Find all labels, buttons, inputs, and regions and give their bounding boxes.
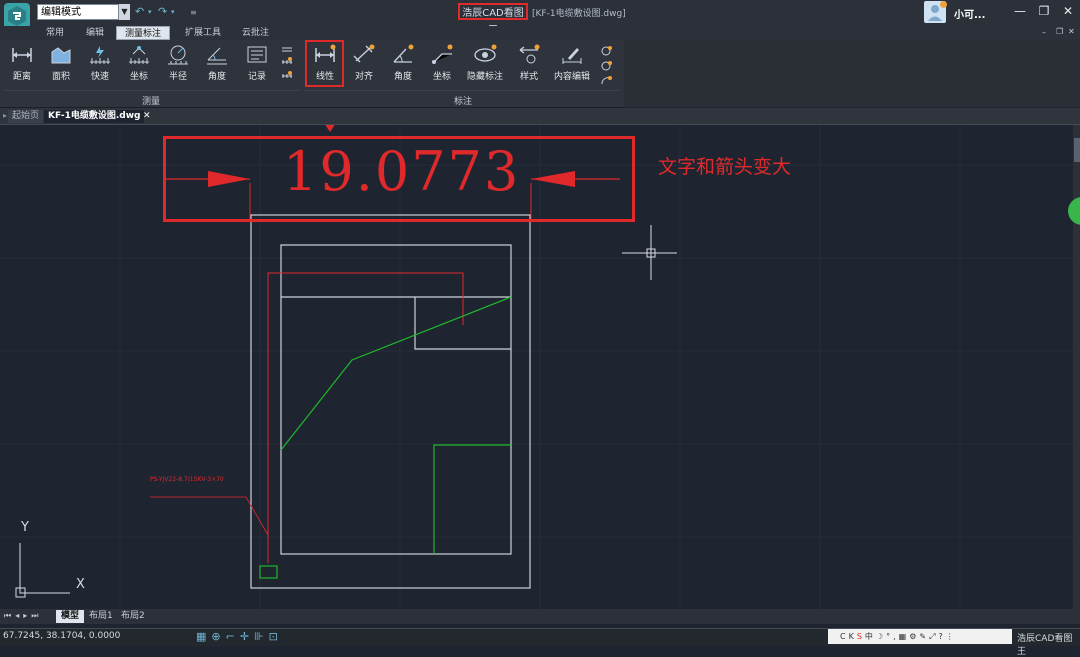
green-cable-route	[280, 296, 512, 451]
undo-dropdown-icon[interactable]: ▾	[148, 8, 152, 16]
app-title: 浩辰CAD看图王	[458, 3, 528, 36]
tab-layout2[interactable]: 布局2	[116, 610, 150, 623]
coordinate-readout: 67.7245, 38.1704, 0.0000	[3, 631, 121, 641]
measure-angle-button[interactable]: 角度	[199, 44, 235, 86]
dimension-value: 19.0773	[283, 140, 521, 203]
dim-angle-button[interactable]: 角度	[385, 44, 421, 86]
tab-edit[interactable]: 编辑	[82, 26, 108, 40]
quick-icon	[88, 44, 112, 66]
chevron-down-icon[interactable]: ▼	[118, 4, 130, 20]
outer-frame	[250, 214, 531, 589]
distance-icon	[10, 44, 34, 66]
tab-drawing-file[interactable]: KF-1电缆敷设图.dwg	[44, 110, 145, 123]
tab-start-page[interactable]: 起始页	[8, 110, 44, 123]
dim-edit-content-button[interactable]: 内容编辑	[552, 44, 592, 86]
measure-distance-button[interactable]: 距离	[4, 44, 40, 86]
style-icon	[517, 44, 541, 66]
group-label-measure: 测量	[142, 97, 161, 107]
record-icon	[245, 44, 269, 66]
linear-highlight-box	[305, 40, 344, 87]
measure-area-button[interactable]: 面积	[43, 44, 79, 86]
tray-icons[interactable]: CKS中☽°,▦⚙✎⤢?⋮	[840, 631, 957, 642]
inner-frame	[280, 244, 512, 555]
edit-content-icon	[560, 44, 584, 66]
tab-model[interactable]: 模型	[56, 610, 85, 623]
restore-icon[interactable]: ❐	[1036, 4, 1052, 18]
angle-icon	[205, 44, 229, 66]
ucs-y-label: Y	[21, 520, 29, 535]
dim-aligned-button[interactable]: 对齐	[346, 44, 382, 86]
tab-measure-annotate[interactable]: 测量标注	[116, 26, 170, 40]
measure-extra-tools[interactable]	[281, 44, 293, 86]
tab-common[interactable]: 常用	[42, 26, 68, 40]
ucs-x-label: X	[76, 577, 85, 592]
minimize-icon[interactable]: —	[1012, 4, 1028, 18]
user-name[interactable]: 小可...	[954, 6, 985, 21]
crosshair-cursor	[622, 225, 677, 280]
coordinate-icon	[127, 44, 151, 66]
group-divider-annotate	[305, 90, 620, 91]
ribbon-close-icon[interactable]: ✕	[1068, 27, 1075, 36]
ribbon-minimize-icon[interactable]: –	[1042, 28, 1046, 37]
angle-dim-icon	[391, 44, 415, 66]
measure-coordinate-button[interactable]: 坐标	[121, 44, 157, 86]
mode-select[interactable]: 编辑模式	[37, 4, 129, 20]
status-tools-icon[interactable]: ▦⊕⌐✛⊪⊡	[196, 630, 283, 643]
close-tab-icon[interactable]: ✕	[143, 111, 151, 121]
ribbon-restore-icon[interactable]: ❐	[1056, 27, 1063, 36]
close-icon[interactable]: ✕	[1060, 4, 1076, 18]
tab-cloud-annotate[interactable]: 云批注	[238, 26, 273, 40]
dim-extra-tools[interactable]	[600, 44, 614, 88]
dim-style-button[interactable]: 样式	[511, 44, 547, 86]
notification-badge	[940, 1, 947, 8]
annotation-note: 文字和箭头变大	[658, 156, 792, 178]
measure-record-button[interactable]: 记录	[239, 44, 275, 86]
redo-dropdown-icon[interactable]: ▾	[171, 8, 175, 16]
undo-icon[interactable]: ↶	[135, 5, 144, 18]
aligned-dim-icon	[352, 44, 376, 66]
group-divider-measure	[4, 90, 300, 91]
view-cube-icon[interactable]	[1074, 138, 1080, 162]
redo-icon[interactable]: ↷	[158, 5, 167, 18]
coord-dim-icon	[430, 44, 454, 66]
layout-tab-bar	[0, 609, 1080, 624]
tab-layout1[interactable]: 布局1	[84, 610, 118, 623]
customize-icon[interactable]: ≡	[190, 8, 197, 17]
measure-radius-button[interactable]: 半径	[160, 44, 196, 86]
tab-extend-tools[interactable]: 扩展工具	[181, 26, 225, 40]
ribbon-empty-area	[624, 40, 1080, 107]
cable-label: PS-YJV22-8.7/15KV-3×70	[150, 476, 224, 483]
dim-coordinate-button[interactable]: 坐标	[424, 44, 460, 86]
area-icon	[49, 44, 73, 66]
ucs-icon	[15, 543, 70, 598]
status-app-name: 浩辰CAD看图王	[1017, 634, 1073, 657]
dim-hide-button[interactable]: 隐藏标注	[465, 44, 505, 86]
layout-nav-icon[interactable]: ⏮◂▸⏭	[4, 611, 42, 621]
radius-icon	[166, 44, 190, 66]
file-title: [KF-1电缆敷设图.dwg]	[532, 9, 626, 19]
group-label-annotate: 标注	[454, 97, 473, 107]
pin-icon[interactable]: ▸	[3, 111, 7, 120]
document-tab-bar	[0, 108, 1080, 125]
measure-quick-button[interactable]: 快速	[82, 44, 118, 86]
hide-dim-icon	[473, 44, 497, 66]
